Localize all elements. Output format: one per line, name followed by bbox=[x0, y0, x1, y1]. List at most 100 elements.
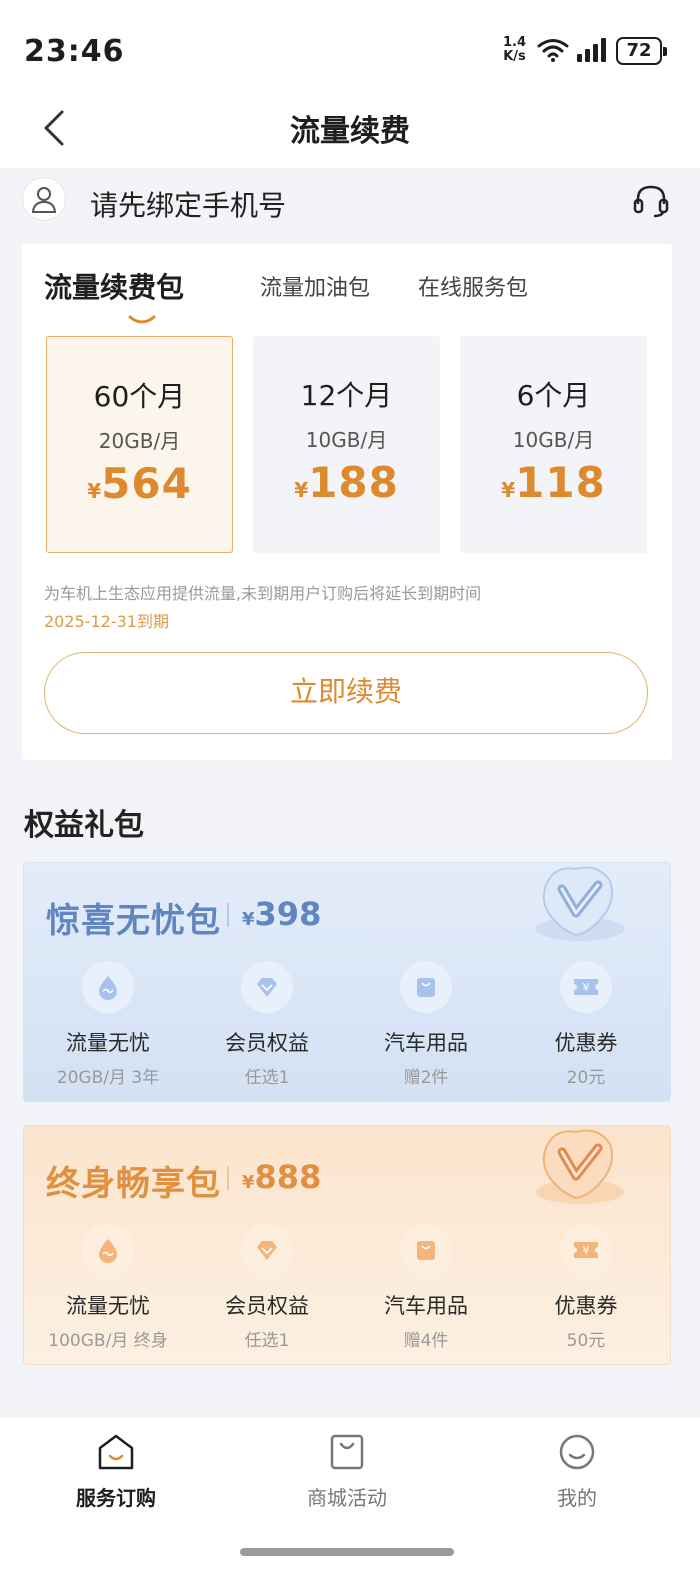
plan-duration: 12个月 bbox=[300, 379, 393, 412]
nav-service-order[interactable]: 服务订购 bbox=[36, 1432, 196, 1511]
benefit-membership: 会员权益 任选1 bbox=[187, 1224, 347, 1351]
gift-price: ¥888 bbox=[242, 1158, 321, 1196]
gift-divider bbox=[227, 903, 229, 927]
price-amount: 188 bbox=[308, 458, 399, 507]
tab-active-indicator bbox=[128, 315, 156, 324]
plan-note: 为车机上生态应用提供流量,未到期用户订购后将延长到期时间 bbox=[44, 584, 482, 603]
status-time: 23:46 bbox=[24, 34, 125, 69]
v-badge-icon bbox=[536, 1129, 624, 1204]
shopping-bag-icon bbox=[400, 961, 452, 1013]
plan-option-60-months[interactable]: 60个月 20GB/月 ¥564 bbox=[46, 336, 233, 553]
tab-renewal-package[interactable]: 流量续费包 bbox=[44, 266, 184, 306]
benefit-detail: 50元 bbox=[566, 1331, 606, 1351]
wifi-icon bbox=[537, 39, 569, 62]
nav-mine[interactable]: 我的 bbox=[497, 1432, 657, 1511]
v-badge-icon bbox=[536, 866, 624, 941]
user-icon bbox=[31, 187, 57, 213]
gift-name: 终身畅享包 bbox=[46, 1164, 221, 1204]
network-speed-unit: K/s bbox=[503, 49, 526, 64]
svg-text:¥: ¥ bbox=[583, 1244, 590, 1257]
gift-divider bbox=[227, 1166, 229, 1190]
nav-label: 商城活动 bbox=[307, 1486, 387, 1510]
tab-refuel-package[interactable]: 流量加油包 bbox=[260, 270, 370, 302]
nav-header: 流量续费 bbox=[0, 90, 700, 168]
benefit-data: 流量无忧 100GB/月 终身 bbox=[28, 1224, 188, 1351]
network-speed: 1.4 K/s bbox=[503, 36, 526, 64]
benefit-detail: 任选1 bbox=[244, 1068, 290, 1088]
price-amount: 118 bbox=[515, 458, 606, 507]
benefit-coupon: ¥ 优惠券 20元 bbox=[506, 961, 666, 1088]
benefit-title: 会员权益 bbox=[225, 1031, 309, 1055]
package-card: 流量续费包 流量加油包 在线服务包 60个月 20GB/月 ¥564 12个月 … bbox=[22, 244, 672, 760]
currency-symbol: ¥ bbox=[87, 479, 102, 503]
plan-quota: 20GB/月 bbox=[98, 429, 181, 453]
coupon-icon: ¥ bbox=[560, 961, 612, 1013]
benefit-detail: 赠2件 bbox=[403, 1068, 449, 1088]
currency-symbol: ¥ bbox=[501, 478, 516, 502]
bind-phone-prompt[interactable]: 请先绑定手机号 bbox=[90, 184, 286, 224]
tab-online-service-package[interactable]: 在线服务包 bbox=[418, 270, 528, 302]
currency-symbol: ¥ bbox=[242, 909, 255, 930]
page-title: 流量续费 bbox=[290, 114, 410, 149]
shopping-bag-icon bbox=[330, 1434, 364, 1470]
diamond-icon bbox=[241, 961, 293, 1013]
signal-icon bbox=[577, 38, 606, 62]
data-drop-icon bbox=[82, 961, 134, 1013]
benefit-detail: 任选1 bbox=[244, 1331, 290, 1351]
home-icon bbox=[98, 1434, 134, 1470]
benefit-title: 会员权益 bbox=[225, 1294, 309, 1318]
network-speed-value: 1.4 bbox=[503, 35, 527, 50]
benefit-title: 流量无忧 bbox=[66, 1294, 150, 1318]
nav-label: 服务订购 bbox=[76, 1486, 156, 1510]
bind-phone-row[interactable]: 请先绑定手机号 bbox=[0, 170, 700, 242]
nav-label: 我的 bbox=[557, 1486, 597, 1510]
benefit-detail: 赠4件 bbox=[403, 1331, 449, 1351]
bottom-nav: 服务订购 商城活动 我的 bbox=[0, 1418, 700, 1587]
plan-option-6-months[interactable]: 6个月 10GB/月 ¥118 bbox=[460, 336, 647, 553]
gift-name: 惊喜无忧包 bbox=[46, 901, 221, 941]
plan-quota: 10GB/月 bbox=[512, 428, 595, 452]
plan-price: ¥564 bbox=[47, 459, 232, 508]
benefit-car-supplies: 汽车用品 赠2件 bbox=[346, 961, 506, 1088]
currency-symbol: ¥ bbox=[242, 1172, 255, 1193]
gift-package-lifetime[interactable]: 终身畅享包 ¥888 流量无忧 100GB/月 终身 会员权益 任选1 汽车用品… bbox=[23, 1125, 671, 1365]
price-amount: 398 bbox=[254, 895, 322, 933]
renew-now-button[interactable]: 立即续费 bbox=[44, 652, 648, 734]
benefit-title: 优惠券 bbox=[554, 1031, 618, 1055]
benefit-title: 汽车用品 bbox=[384, 1294, 468, 1318]
status-bar: 23:46 1.4 K/s 72 bbox=[0, 0, 700, 90]
price-amount: 888 bbox=[254, 1158, 322, 1196]
plan-price: ¥118 bbox=[460, 458, 647, 507]
benefit-coupon: ¥ 优惠券 50元 bbox=[506, 1224, 666, 1351]
headset-icon[interactable] bbox=[632, 184, 670, 218]
benefit-membership: 会员权益 任选1 bbox=[187, 961, 347, 1088]
benefit-data: 流量无忧 20GB/月 3年 bbox=[28, 961, 188, 1088]
data-drop-icon bbox=[82, 1224, 134, 1276]
nav-mall-activity[interactable]: 商城活动 bbox=[267, 1432, 427, 1511]
benefit-title: 流量无忧 bbox=[66, 1031, 150, 1055]
benefit-detail: 20GB/月 3年 bbox=[56, 1068, 160, 1088]
shopping-bag-icon bbox=[400, 1224, 452, 1276]
plan-duration: 60个月 bbox=[93, 380, 186, 413]
benefit-detail: 20元 bbox=[566, 1068, 606, 1088]
benefit-detail: 100GB/月 终身 bbox=[48, 1331, 168, 1351]
price-amount: 564 bbox=[101, 459, 192, 508]
plan-quota: 10GB/月 bbox=[305, 428, 388, 452]
benefit-title: 优惠券 bbox=[554, 1294, 618, 1318]
benefit-title: 汽车用品 bbox=[384, 1031, 468, 1055]
diamond-icon bbox=[241, 1224, 293, 1276]
battery-indicator: 72 bbox=[616, 37, 667, 65]
coupon-icon: ¥ bbox=[560, 1224, 612, 1276]
gift-price: ¥398 bbox=[242, 895, 321, 933]
currency-symbol: ¥ bbox=[294, 478, 309, 502]
plan-price: ¥188 bbox=[253, 458, 440, 507]
home-indicator[interactable] bbox=[240, 1548, 454, 1556]
gift-package-surprise[interactable]: 惊喜无忧包 ¥398 流量无忧 20GB/月 3年 会员权益 任选1 汽车用品 … bbox=[23, 862, 671, 1102]
avatar bbox=[22, 177, 66, 221]
svg-text:¥: ¥ bbox=[583, 981, 590, 994]
gift-section-title: 权益礼包 bbox=[24, 808, 144, 843]
smile-icon bbox=[559, 1434, 595, 1470]
benefit-car-supplies: 汽车用品 赠4件 bbox=[346, 1224, 506, 1351]
expire-date: 2025-12-31到期 bbox=[44, 612, 169, 631]
plan-option-12-months[interactable]: 12个月 10GB/月 ¥188 bbox=[253, 336, 440, 553]
